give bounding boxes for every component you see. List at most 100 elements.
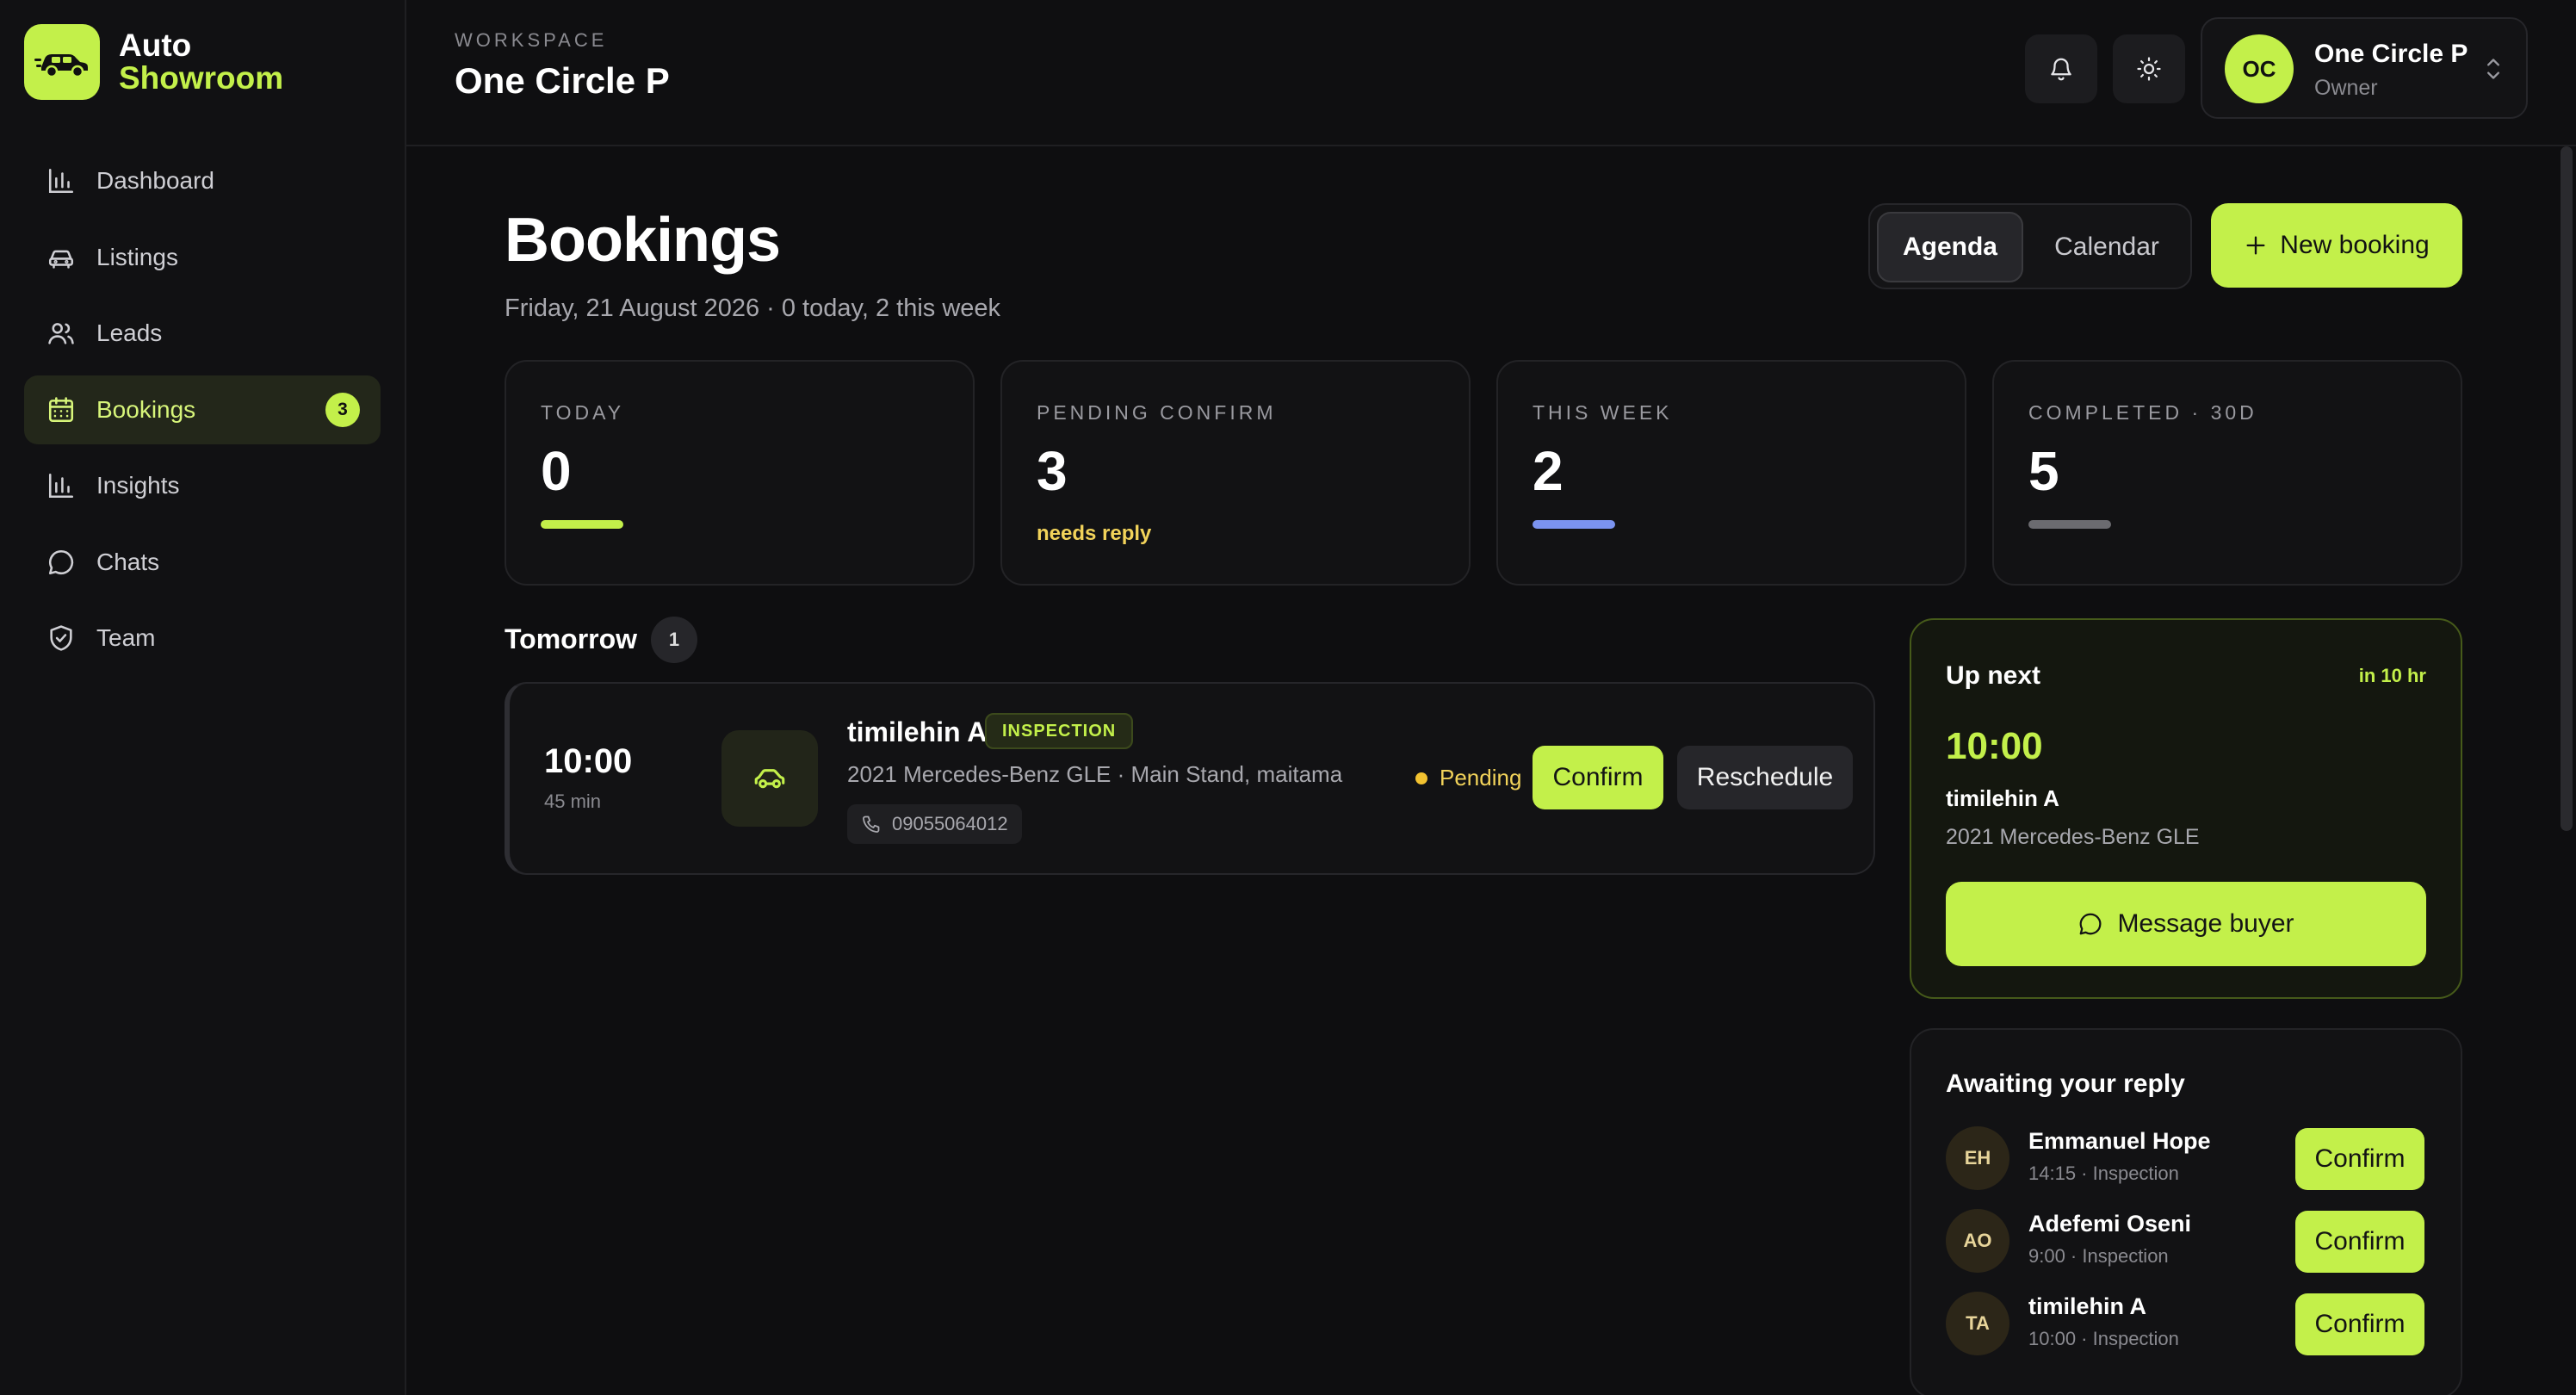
page-title: Bookings: [505, 206, 781, 275]
booking-phone[interactable]: 09055064012: [847, 804, 1022, 844]
page-subtitle: Friday, 21 August 2026 · 0 today, 2 this…: [505, 294, 1001, 322]
sidebar-item-bookings[interactable]: Bookings 3: [24, 375, 381, 444]
user-role: Owner: [2314, 76, 2378, 100]
stat-card-pending-confirm: PENDING CONFIRM 3 needs reply: [1000, 360, 1471, 586]
customer-name: Emmanuel Hope: [2028, 1128, 2211, 1154]
sidebar-item-label: Dashboard: [96, 167, 214, 194]
sidebar-item-dashboard[interactable]: Dashboard: [24, 146, 381, 215]
up-next-title: Up next: [1946, 661, 2041, 690]
booking-meta: 9:00 · Inspection: [2028, 1245, 2169, 1267]
view-toggle: Agenda Calendar: [1868, 203, 2192, 289]
avatar: EH: [1946, 1126, 2009, 1190]
section-count-badge: 1: [651, 617, 697, 663]
new-booking-button[interactable]: New booking: [2211, 203, 2462, 288]
avatar: TA: [1946, 1292, 2009, 1355]
brand[interactable]: Auto Showroom: [24, 24, 283, 100]
stat-value: 5: [2028, 440, 2059, 502]
booking-card[interactable]: 10:00 45 min timilehin A INSPECTION 2021…: [505, 682, 1875, 875]
section-title-tomorrow: Tomorrow: [505, 623, 638, 654]
calendar-icon: [45, 394, 77, 426]
confirm-button[interactable]: Confirm: [1533, 746, 1663, 809]
sidebar-item-listings[interactable]: Listings: [24, 223, 381, 292]
sidebar-nav: Dashboard Listings Leads Bookings 3 Insi…: [24, 146, 381, 680]
car-logo-icon: [24, 24, 100, 100]
message-buyer-label: Message buyer: [2117, 909, 2294, 938]
bar-chart-icon: [45, 469, 77, 502]
confirm-button[interactable]: Confirm: [2295, 1128, 2424, 1190]
bell-icon: [2048, 56, 2074, 82]
booking-time: 10:00: [544, 742, 633, 780]
sidebar-item-leads[interactable]: Leads: [24, 299, 381, 368]
stat-value: 0: [541, 440, 572, 502]
chevron-up-down-icon: [2481, 53, 2505, 84]
shield-icon: [45, 622, 77, 654]
stat-label: THIS WEEK: [1533, 401, 1673, 424]
confirm-button[interactable]: Confirm: [2295, 1211, 2424, 1273]
stat-value: 2: [1533, 440, 1564, 502]
up-next-eta: in 10 hr: [2358, 665, 2426, 686]
sidebar-item-label: Team: [96, 624, 156, 651]
sidebar-item-team[interactable]: Team: [24, 604, 381, 673]
list-item: EH Emmanuel Hope 14:15 · Inspection Conf…: [1946, 1125, 2428, 1194]
booking-meta: 14:15 · Inspection: [2028, 1162, 2179, 1184]
up-next-time: 10:00: [1946, 725, 2043, 767]
user-menu[interactable]: OC One Circle P Owner: [2201, 17, 2528, 119]
sidebar: Auto Showroom Dashboard Listings Leads B…: [0, 0, 406, 1395]
workspace-name: One Circle P: [455, 60, 670, 101]
stat-card-today: TODAY 0: [505, 360, 975, 586]
bookings-count-badge: 3: [325, 392, 360, 427]
list-item: TA timilehin A 10:00 · Inspection Confir…: [1946, 1290, 2428, 1359]
theme-toggle-button[interactable]: [2113, 34, 2185, 103]
stat-card-this-week: THIS WEEK 2: [1496, 360, 1966, 586]
status-dot: [1415, 772, 1427, 784]
page-scrollbar[interactable]: [2561, 146, 2573, 831]
stat-value: 3: [1037, 440, 1068, 502]
stat-label: COMPLETED · 30D: [2028, 401, 2257, 424]
message-buyer-button[interactable]: Message buyer: [1946, 882, 2426, 966]
plus-icon: [2244, 233, 2268, 257]
booking-customer-name: timilehin A: [847, 716, 988, 747]
list-item: AO Adefemi Oseni 9:00 · Inspection Confi…: [1946, 1207, 2428, 1276]
sidebar-item-label: Bookings: [96, 395, 196, 423]
sidebar-item-label: Listings: [96, 243, 178, 270]
tab-agenda[interactable]: Agenda: [1877, 212, 2023, 282]
sidebar-item-insights[interactable]: Insights: [24, 451, 381, 520]
reschedule-button[interactable]: Reschedule: [1677, 746, 1853, 809]
workspace-label: WORKSPACE: [455, 29, 608, 51]
stat-card-completed: COMPLETED · 30D 5: [1992, 360, 2462, 586]
tab-calendar[interactable]: Calendar: [2030, 212, 2183, 282]
brand-line-2: Showroom: [119, 60, 284, 96]
users-icon: [45, 317, 77, 350]
booking-duration: 45 min: [544, 790, 602, 812]
avatar: AO: [1946, 1209, 2009, 1273]
brand-line-1: Auto: [119, 28, 192, 63]
car-icon: [721, 730, 818, 827]
sidebar-item-chats[interactable]: Chats: [24, 528, 381, 597]
brand-name: Auto Showroom: [119, 29, 283, 95]
stat-note: needs reply: [1037, 522, 1152, 545]
car-icon: [45, 241, 77, 274]
notifications-button[interactable]: [2025, 34, 2097, 103]
stat-accent-bar: [541, 520, 623, 529]
awaiting-title: Awaiting your reply: [1946, 1070, 2185, 1098]
sidebar-item-label: Chats: [96, 548, 160, 575]
sidebar-item-label: Leads: [96, 319, 163, 346]
awaiting-reply-card: Awaiting your reply EH Emmanuel Hope 14:…: [1910, 1028, 2462, 1395]
up-next-card: Up next in 10 hr 10:00 timilehin A 2021 …: [1910, 618, 2462, 999]
stat-accent-bar: [2028, 520, 2111, 529]
booking-type-badge: INSPECTION: [985, 713, 1134, 749]
confirm-button[interactable]: Confirm: [2295, 1293, 2424, 1355]
chat-bubble-icon: [2078, 911, 2103, 937]
stat-accent-bar: [1533, 520, 1615, 529]
top-header: WORKSPACE One Circle P OC One Circle P O…: [406, 0, 2576, 146]
stat-label: TODAY: [541, 401, 625, 424]
booking-description: 2021 Mercedes-Benz GLE · Main Stand, mai…: [847, 761, 1343, 787]
avatar: OC: [2225, 34, 2294, 103]
up-next-customer: timilehin A: [1946, 785, 2059, 811]
customer-name: timilehin A: [2028, 1293, 2147, 1319]
phone-number: 09055064012: [892, 813, 1008, 834]
phone-icon: [861, 814, 882, 834]
booking-status: Pending: [1415, 765, 1521, 791]
chat-bubble-icon: [45, 546, 77, 579]
up-next-car: 2021 Mercedes-Benz GLE: [1946, 825, 2200, 849]
